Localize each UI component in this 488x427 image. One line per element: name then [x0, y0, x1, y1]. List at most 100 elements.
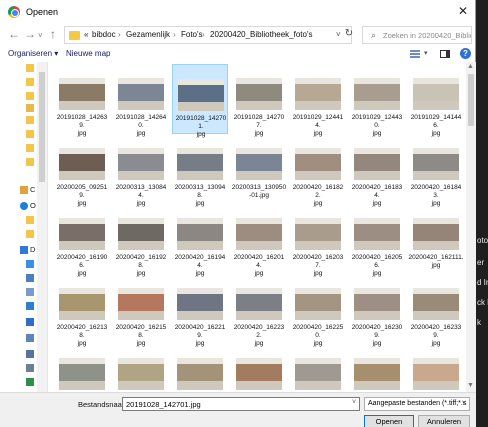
close-icon[interactable]: ✕: [458, 4, 468, 18]
arrow-up-icon[interactable]: ↑: [50, 27, 56, 41]
pictures-icon[interactable]: [26, 334, 34, 342]
folder-icon[interactable]: [26, 78, 34, 86]
scroll-down-icon[interactable]: ▼: [467, 382, 474, 389]
image-thumbnail: [413, 288, 459, 320]
chevron-down-icon[interactable]: ▾: [424, 50, 430, 58]
file-item[interactable]: [290, 344, 346, 392]
videos-icon[interactable]: [26, 350, 34, 358]
file-grid-scrollbar[interactable]: ▲ ▼: [466, 62, 476, 392]
arrow-left-icon[interactable]: ←: [8, 27, 20, 41]
file-item[interactable]: 20200420_162111. jpg: [408, 204, 464, 274]
file-item[interactable]: [54, 344, 110, 392]
file-item[interactable]: 20200420_161928. jpg: [113, 204, 169, 277]
search-box[interactable]: ⌕ Zoeken in 20200420_Bibliotheek...: [362, 26, 472, 44]
file-item[interactable]: 20200420_162309. jpg: [349, 274, 405, 347]
computer-icon[interactable]: [20, 186, 28, 194]
network-drive-icon[interactable]: [26, 378, 34, 386]
file-item[interactable]: 20191029_124430. jpg: [349, 64, 405, 137]
file-item[interactable]: 20200420_161822. jpg: [290, 134, 346, 207]
file-item[interactable]: 20200313_130948. jpg: [172, 134, 228, 207]
onedrive-icon[interactable]: [20, 202, 28, 210]
address-bar[interactable]: « bibdoc › Gezamenlijk › Foto's › 202004…: [64, 26, 352, 44]
breadcrumb-overflow[interactable]: «: [84, 30, 88, 39]
folder-icon[interactable]: [26, 104, 34, 112]
downloads-icon[interactable]: [26, 302, 34, 310]
file-item[interactable]: [349, 344, 405, 392]
file-item[interactable]: 20191028_142707. jpg: [231, 64, 287, 137]
file-item[interactable]: 20191028_142701. jpg: [172, 64, 228, 138]
file-item[interactable]: 20200420_162232. jpg: [231, 274, 287, 347]
preview-pane-icon[interactable]: [440, 50, 450, 58]
3d-objects-icon[interactable]: [26, 260, 34, 268]
file-item[interactable]: 20200420_162158. jpg: [113, 274, 169, 347]
file-item[interactable]: 20200420_162014. jpg: [231, 204, 287, 277]
file-item[interactable]: 20200420_161834. jpg: [349, 134, 405, 207]
image-thumbnail: [354, 148, 400, 180]
cancel-button[interactable]: Annuleren: [418, 415, 470, 427]
breadcrumb-item[interactable]: bibdoc: [92, 30, 116, 39]
breadcrumb-item[interactable]: Gezamenlijk: [126, 30, 170, 39]
folder-icon[interactable]: [26, 130, 34, 138]
open-button[interactable]: Openen: [364, 415, 414, 427]
chrome-app-icon: [8, 6, 20, 18]
file-item[interactable]: 20191028_142639. jpg: [54, 64, 110, 137]
folder-icon[interactable]: [26, 116, 34, 124]
scroll-up-icon[interactable]: ▲: [467, 63, 474, 70]
image-thumbnail: [177, 148, 223, 180]
image-thumbnail: [295, 148, 341, 180]
file-item[interactable]: 20200420_162219. jpg: [172, 274, 228, 347]
filename-input[interactable]: 20191028_142701.jpg: [122, 397, 360, 411]
desktop-icon[interactable]: [26, 274, 34, 282]
file-name: 20191028_142639.: [56, 114, 108, 129]
view-menu-icon[interactable]: [410, 50, 420, 58]
chevron-down-icon[interactable]: ˅: [352, 399, 356, 406]
image-thumbnail: [118, 358, 164, 390]
file-item[interactable]: [231, 344, 287, 392]
file-item[interactable]: 20200420_162037. jpg: [290, 204, 346, 277]
file-item[interactable]: 20200420_161944. jpg: [172, 204, 228, 277]
folder-icon[interactable]: [26, 158, 34, 166]
breadcrumb-item[interactable]: Foto's: [181, 30, 203, 39]
file-type-filter[interactable]: Aangepaste bestanden (*.tiff;*.s ˅: [364, 397, 470, 411]
folder-icon[interactable]: [26, 144, 34, 152]
file-item[interactable]: 20191029_141446. jpg: [408, 64, 464, 137]
music-icon[interactable]: [26, 318, 34, 326]
file-extension: jpg: [431, 262, 441, 269]
new-folder-button[interactable]: Nieuwe map: [66, 49, 110, 58]
file-item[interactable]: 20191029_124414. jpg: [290, 64, 346, 137]
help-icon[interactable]: ?: [460, 48, 471, 59]
file-item[interactable]: [408, 344, 464, 392]
file-item[interactable]: [172, 344, 228, 392]
file-name: 20200313_130950: [231, 184, 287, 191]
refresh-icon[interactable]: ↻: [340, 28, 358, 42]
file-item[interactable]: 20200205_092519. jpg: [54, 134, 110, 207]
chevron-down-icon[interactable]: ˅: [38, 29, 43, 43]
organize-button[interactable]: Organiseren ▾: [8, 49, 58, 58]
drive-icon[interactable]: [26, 364, 34, 372]
file-item[interactable]: 20200420_162339. jpg: [408, 274, 464, 347]
file-item[interactable]: 20200313_130844. jpg: [113, 134, 169, 207]
file-item[interactable]: 20191028_142640. jpg: [113, 64, 169, 137]
image-thumbnail: [236, 148, 282, 180]
this-pc-icon[interactable]: [20, 246, 28, 254]
file-item[interactable]: 20200420_162138. jpg: [54, 274, 110, 347]
file-name: 20200313_130844.: [115, 184, 167, 199]
file-item[interactable]: 20200420_162250. jpg: [290, 274, 346, 347]
file-item[interactable]: 20200420_162056. jpg: [349, 204, 405, 277]
scrollbar-thumb[interactable]: [468, 74, 474, 126]
folder-icon[interactable]: [26, 64, 34, 72]
nav-pane-scrollbar[interactable]: [37, 62, 47, 392]
folder-icon[interactable]: [26, 230, 34, 238]
file-item[interactable]: 20200313_130950 -01.jpg: [231, 134, 287, 204]
folder-icon[interactable]: [26, 92, 34, 100]
arrow-right-icon[interactable]: →: [24, 27, 36, 41]
folder-icon[interactable]: [26, 216, 34, 224]
file-name: 20200420_162014.: [233, 254, 285, 269]
file-item[interactable]: 20200420_161843. jpg: [408, 134, 464, 207]
documents-icon[interactable]: [26, 288, 34, 296]
scrollbar-thumb[interactable]: [39, 72, 45, 182]
file-item[interactable]: 20200420_161906. jpg: [54, 204, 110, 277]
file-item[interactable]: [113, 344, 169, 392]
breadcrumb-item[interactable]: 20200420_Bibliotheek_foto's: [210, 30, 313, 39]
window-title: Openen: [26, 7, 59, 17]
